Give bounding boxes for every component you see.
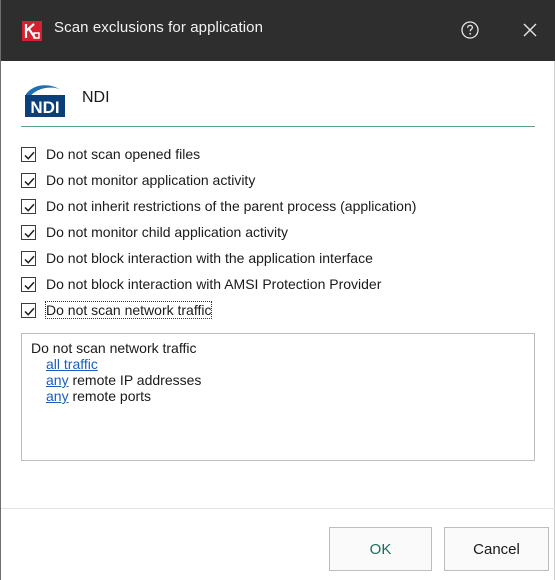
checkmark-icon (24, 151, 35, 160)
kaspersky-logo-icon (22, 21, 42, 41)
option-label: Do not inherit restrictions of the paren… (46, 198, 417, 214)
network-traffic-details-box: Do not scan network traffic all traffic … (21, 333, 535, 461)
all-traffic-link[interactable]: all traffic (46, 356, 98, 372)
option-do-not-scan-network-traffic[interactable]: Do not scan network traffic (21, 300, 213, 320)
scan-exclusions-dialog: Scan exclusions for application NDI NDI … (0, 0, 555, 580)
details-ip-line: any remote IP addresses (46, 372, 201, 388)
checkbox[interactable] (21, 224, 36, 240)
ok-button[interactable]: OK (329, 527, 432, 571)
details-ports-line: any remote ports (46, 388, 151, 404)
header-divider (21, 126, 535, 127)
remote-ip-text: remote IP addresses (68, 372, 202, 388)
option-label: Do not block interaction with the applic… (46, 250, 373, 266)
option-do-not-scan-opened-files[interactable]: Do not scan opened files (21, 144, 200, 164)
option-label: Do not scan opened files (46, 146, 201, 162)
option-label: Do not monitor application activity (46, 172, 256, 188)
close-button[interactable] (518, 18, 542, 42)
details-traffic-line: all traffic (46, 356, 98, 372)
checkbox[interactable] (21, 302, 36, 318)
remote-ports-link[interactable]: any (46, 388, 69, 404)
option-label: Do not block interaction with AMSI Prote… (46, 276, 382, 292)
option-label: Do not monitor child application activit… (46, 224, 289, 240)
footer-divider (1, 508, 555, 509)
help-button[interactable] (458, 18, 482, 42)
close-icon (523, 23, 537, 37)
checkmark-icon (24, 281, 35, 290)
svg-text:NDI: NDI (30, 98, 59, 117)
title-bar: Scan exclusions for application (1, 0, 555, 61)
checkbox[interactable] (21, 172, 36, 188)
remote-ports-text: remote ports (68, 388, 152, 404)
details-heading: Do not scan network traffic (31, 340, 197, 356)
option-do-not-inherit-restrictions[interactable]: Do not inherit restrictions of the paren… (21, 196, 416, 216)
window-title: Scan exclusions for application (54, 19, 264, 36)
checkmark-icon (24, 229, 35, 238)
application-name: NDI (82, 89, 110, 106)
checkmark-icon (24, 255, 35, 264)
option-do-not-monitor-child-activity[interactable]: Do not monitor child application activit… (21, 222, 288, 242)
help-circle-icon (461, 21, 479, 39)
checkbox[interactable] (21, 276, 36, 292)
option-label: Do not scan network traffic (44, 301, 213, 319)
checkbox[interactable] (21, 198, 36, 214)
checkbox[interactable] (21, 146, 36, 162)
checkmark-icon (24, 203, 35, 212)
checkmark-icon (24, 307, 35, 316)
remote-ip-link[interactable]: any (46, 372, 69, 388)
checkmark-icon (24, 177, 35, 186)
option-do-not-monitor-application-activity[interactable]: Do not monitor application activity (21, 170, 255, 190)
option-do-not-block-amsi-provider[interactable]: Do not block interaction with AMSI Prote… (21, 274, 381, 294)
cancel-button[interactable]: Cancel (444, 527, 549, 571)
checkbox[interactable] (21, 250, 36, 266)
ndi-logo: NDI (21, 80, 72, 120)
option-do-not-block-application-interface[interactable]: Do not block interaction with the applic… (21, 248, 373, 268)
